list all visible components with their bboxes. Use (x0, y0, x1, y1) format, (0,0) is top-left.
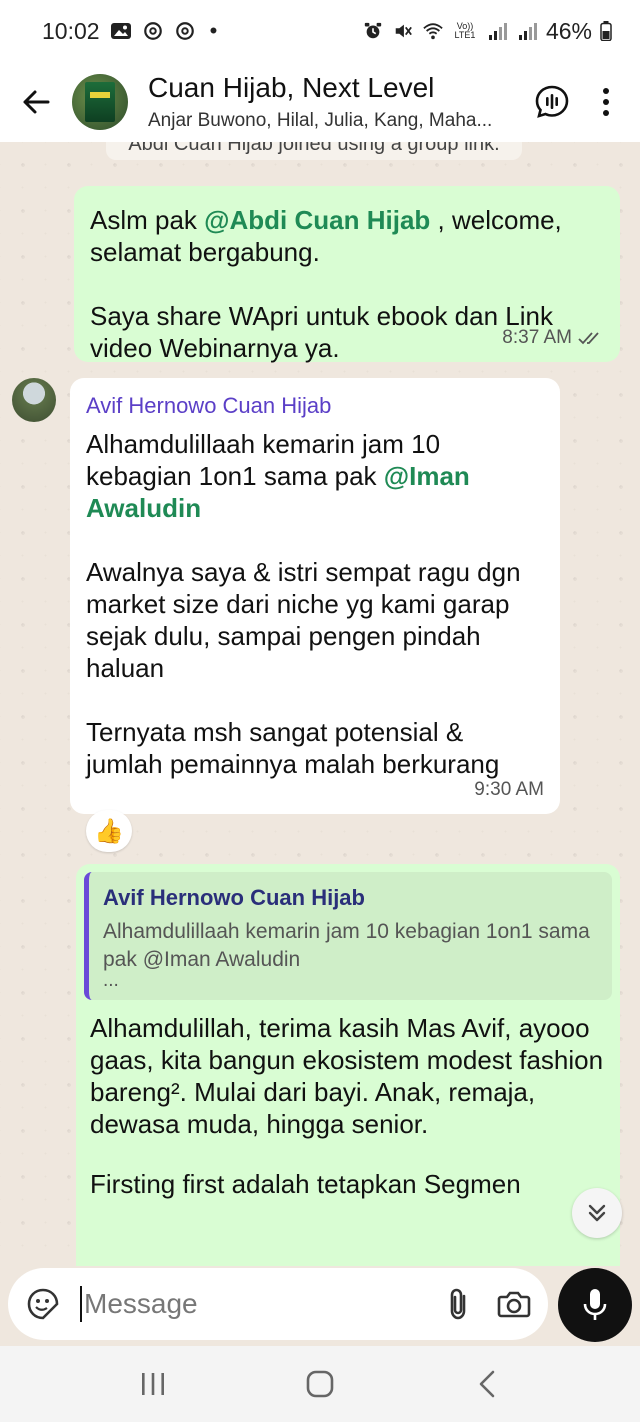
voice-chat-button[interactable] (522, 62, 582, 142)
recent-apps-button[interactable] (123, 1354, 183, 1414)
message-bubble-outgoing[interactable]: Aslm pak @Abdi Cuan Hijab , welcome, sel… (74, 186, 620, 363)
reaction-badge[interactable]: 👍 (86, 810, 132, 852)
message-text-part: Awalnya saya & istri sempat ragu dgn mar… (86, 557, 521, 779)
emoji-icon (27, 1288, 59, 1320)
alarm-icon (364, 22, 382, 39)
group-avatar[interactable] (72, 74, 128, 130)
emoji-button[interactable] (26, 1281, 60, 1327)
quoted-text: Alhamdulillaah kemarin jam 10 kebagian 1… (103, 920, 590, 971)
chat-area[interactable]: Abdi Cuan Hijab joined using a group lin… (0, 142, 640, 1266)
signal-icon (518, 23, 537, 40)
battery-percent: 46% (545, 17, 592, 44)
arrow-left-icon (23, 90, 50, 114)
sender-avatar[interactable] (12, 378, 56, 422)
camera-button[interactable] (497, 1281, 531, 1327)
quoted-sender: Avif Hernowo Cuan Hijab (103, 885, 365, 910)
message-time: 8:37 AM (502, 327, 572, 348)
more-vert-icon (603, 88, 609, 116)
microphone-icon (583, 1289, 607, 1320)
threads-icon (143, 22, 162, 40)
system-message: Abdi Cuan Hijab joined using a group lin… (106, 142, 522, 160)
camera-icon (497, 1291, 531, 1318)
message-input-container (8, 1268, 548, 1340)
back-nav-button[interactable] (457, 1354, 517, 1414)
group-title: Cuan Hijab, Next Level (148, 72, 435, 103)
message-meta: 9:30 AM (474, 774, 544, 806)
status-bar: 10:02 • Vo)) LTE1 46% (0, 0, 640, 62)
message-bubble-outgoing[interactable]: Avif Hernowo Cuan Hijab Alhamdulillaah k… (76, 864, 620, 1266)
scroll-to-bottom-button[interactable] (572, 1188, 622, 1238)
recents-icon (142, 1373, 165, 1395)
message-text-part: Aslm pak (90, 205, 205, 235)
signal-icon (488, 23, 507, 40)
wifi-icon (423, 23, 443, 40)
mention[interactable]: @Abdi Cuan Hijab (204, 205, 430, 235)
battery-icon (600, 21, 612, 41)
home-button[interactable] (290, 1354, 350, 1414)
status-time: 10:02 (42, 17, 100, 44)
double-check-icon (578, 332, 599, 345)
attach-button[interactable] (445, 1281, 471, 1327)
quoted-ellipsis: ... (103, 970, 119, 991)
sender-name[interactable]: Avif Hernowo Cuan Hijab (86, 390, 544, 422)
group-info[interactable]: Cuan Hijab, Next Level Anjar Buwono, Hil… (148, 72, 522, 132)
voice-message-button[interactable] (558, 1268, 632, 1342)
quoted-message[interactable]: Avif Hernowo Cuan Hijab Alhamdulillaah k… (84, 872, 612, 1000)
home-icon (306, 1370, 334, 1398)
double-chevron-down-icon (588, 1204, 606, 1222)
threads-icon (175, 22, 194, 40)
message-text: Firsting first adalah tetapkan Segmen (90, 1169, 521, 1199)
system-nav-bar (0, 1346, 640, 1422)
message-time: 9:30 AM (474, 779, 544, 800)
chevron-left-icon (479, 1370, 494, 1398)
message-input[interactable] (80, 1286, 445, 1322)
composer (0, 1266, 640, 1346)
group-members: Anjar Buwono, Hilal, Julia, Kang, Maha..… (148, 110, 493, 131)
message-bubble-incoming[interactable]: Avif Hernowo Cuan Hijab Alhamdulillaah k… (70, 378, 560, 814)
message-meta: 8:37 AM (502, 322, 604, 354)
notification-dot: • (209, 18, 218, 43)
message-text: Alhamdulillaah kemarin jam 10 kebagian 1… (86, 428, 544, 780)
paperclip-icon (450, 1288, 466, 1320)
mute-icon (395, 24, 412, 38)
chat-header: Cuan Hijab, Next Level Anjar Buwono, Hil… (0, 62, 640, 142)
back-button[interactable] (0, 62, 72, 142)
message-text: Alhamdulillah, terima kasih Mas Avif, ay… (90, 1013, 611, 1139)
voice-chat-icon (535, 85, 569, 118)
volte-icon: Vo)) LTE1 (454, 21, 476, 40)
more-options-button[interactable] (582, 62, 630, 142)
gallery-icon (110, 23, 131, 39)
